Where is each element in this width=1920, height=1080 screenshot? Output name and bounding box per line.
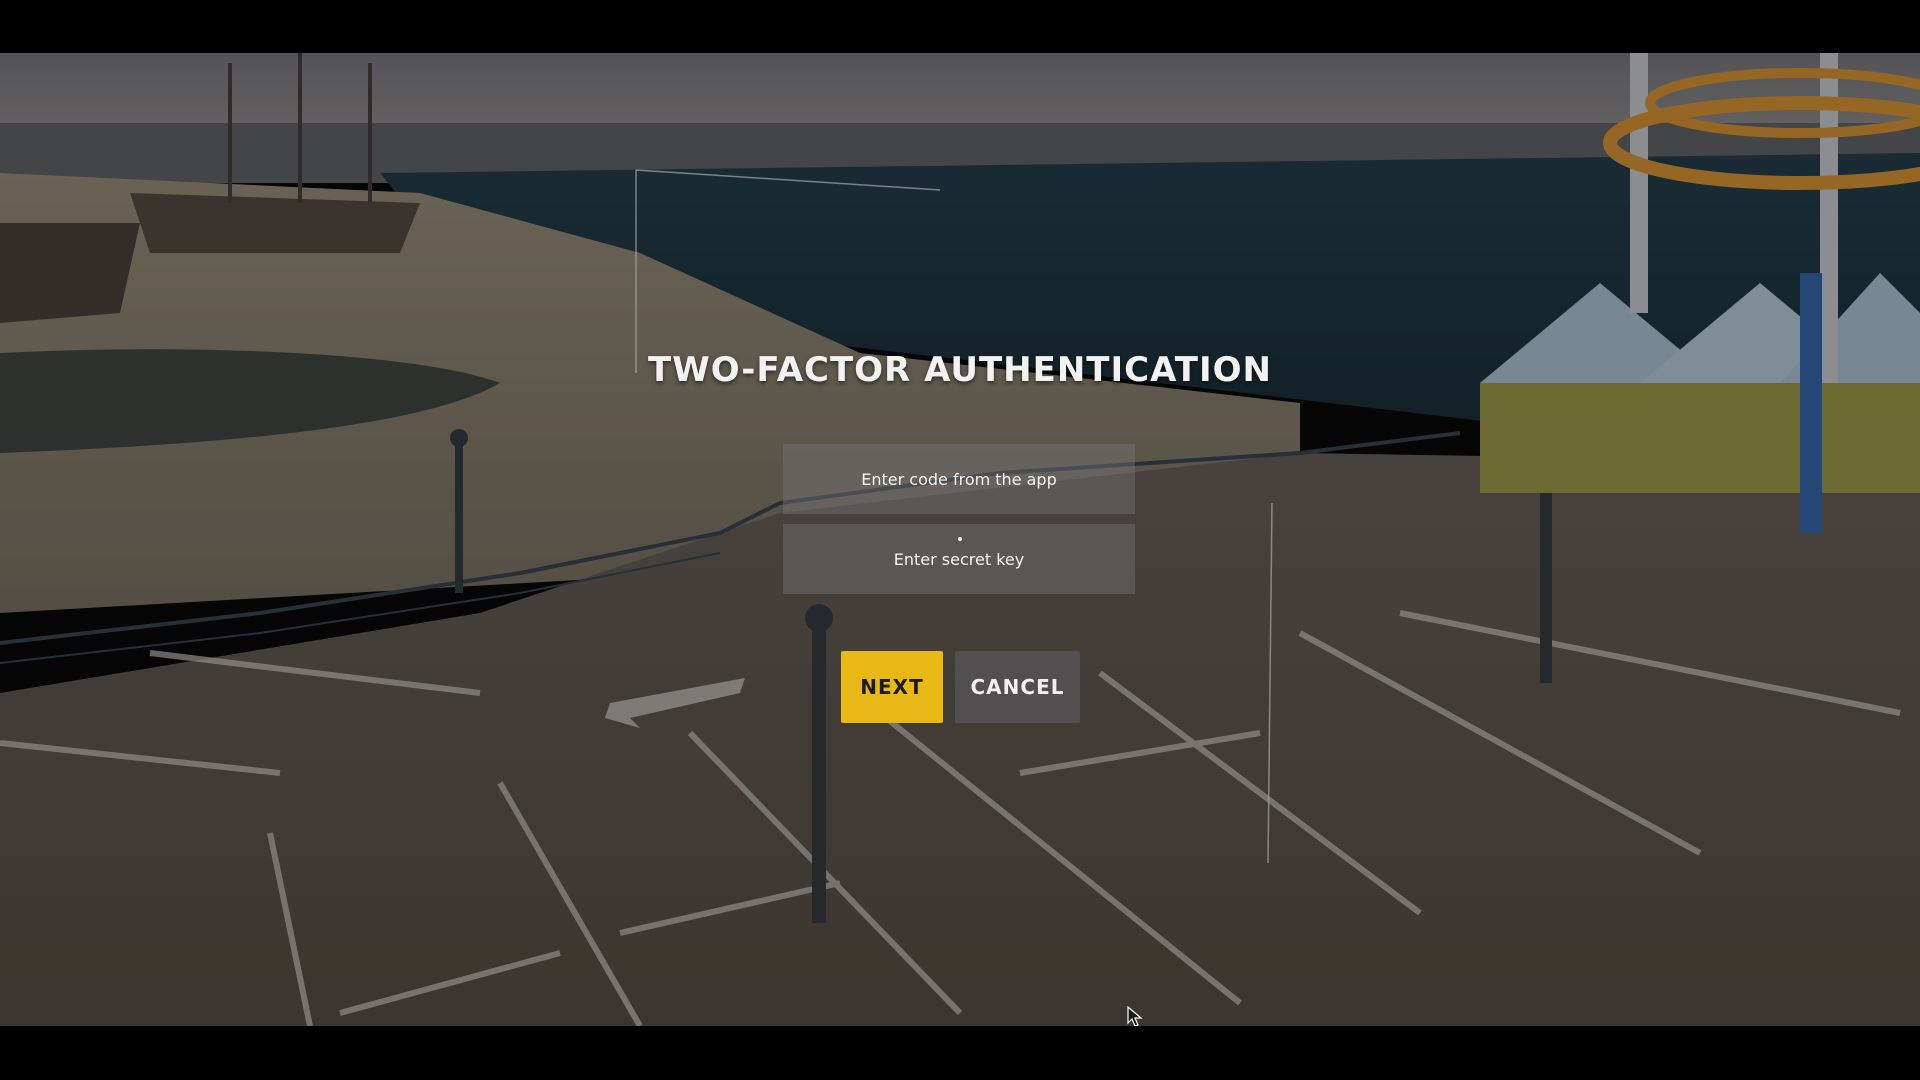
code-field-container xyxy=(783,443,1135,515)
text-caret xyxy=(958,537,962,541)
secret-key-field-container xyxy=(783,523,1135,595)
letterbox-bottom xyxy=(0,1026,1920,1080)
secret-key-input[interactable] xyxy=(783,523,1135,595)
dialog-title: TWO-FACTOR AUTHENTICATION xyxy=(648,350,1272,390)
two-factor-dialog: TWO-FACTOR AUTHENTICATION NEXT CANCEL xyxy=(0,0,1920,1080)
cancel-button[interactable]: CANCEL xyxy=(955,651,1080,723)
code-input[interactable] xyxy=(783,443,1135,515)
next-button[interactable]: NEXT xyxy=(841,651,943,723)
